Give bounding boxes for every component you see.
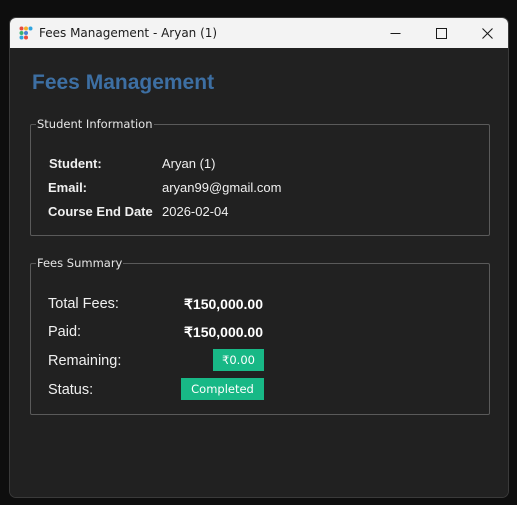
minimize-icon (390, 32, 400, 34)
window-title: Fees Management - Aryan (1) (39, 26, 218, 40)
student-information-group: Student Information Student: Aryan (1) E… (30, 118, 490, 236)
course-end-date-value: 2026-02-04 (162, 204, 229, 219)
status-badge: Completed (181, 378, 264, 400)
total-fees-label: Total Fees: (48, 296, 119, 312)
course-end-date-label: Course End Date (48, 204, 153, 219)
status-label: Status: (48, 382, 94, 398)
close-icon (481, 27, 493, 39)
app-window: Fees Management - Aryan (1) Fees Managem… (9, 17, 509, 498)
paid-value: ₹150,000.00 (184, 324, 263, 340)
maximize-icon (435, 27, 447, 39)
window-content: Fees Management Student Information Stud… (10, 48, 508, 497)
fees-summary-legend: Fees Summary (37, 256, 123, 270)
maximize-button[interactable] (418, 18, 464, 48)
student-value: Aryan (1) (162, 156, 216, 171)
remaining-value-badge: ₹0.00 (213, 349, 264, 371)
remaining-label: Remaining: (48, 353, 122, 369)
paid-label: Paid: (48, 324, 82, 340)
total-fees-value: ₹150,000.00 (184, 296, 263, 312)
minimize-button[interactable] (372, 18, 418, 48)
close-button[interactable] (464, 18, 508, 48)
app-dots-icon (19, 26, 33, 40)
email-value: aryan99@gmail.com (162, 180, 282, 195)
title-bar[interactable]: Fees Management - Aryan (1) (10, 18, 508, 48)
student-information-legend: Student Information (37, 117, 153, 131)
email-label: Email: (48, 180, 88, 195)
page-title: Fees Management (32, 71, 215, 94)
student-label: Student: (49, 156, 102, 171)
fees-summary-group: Fees Summary Total Fees: ₹150,000.00 Pai… (30, 257, 490, 415)
